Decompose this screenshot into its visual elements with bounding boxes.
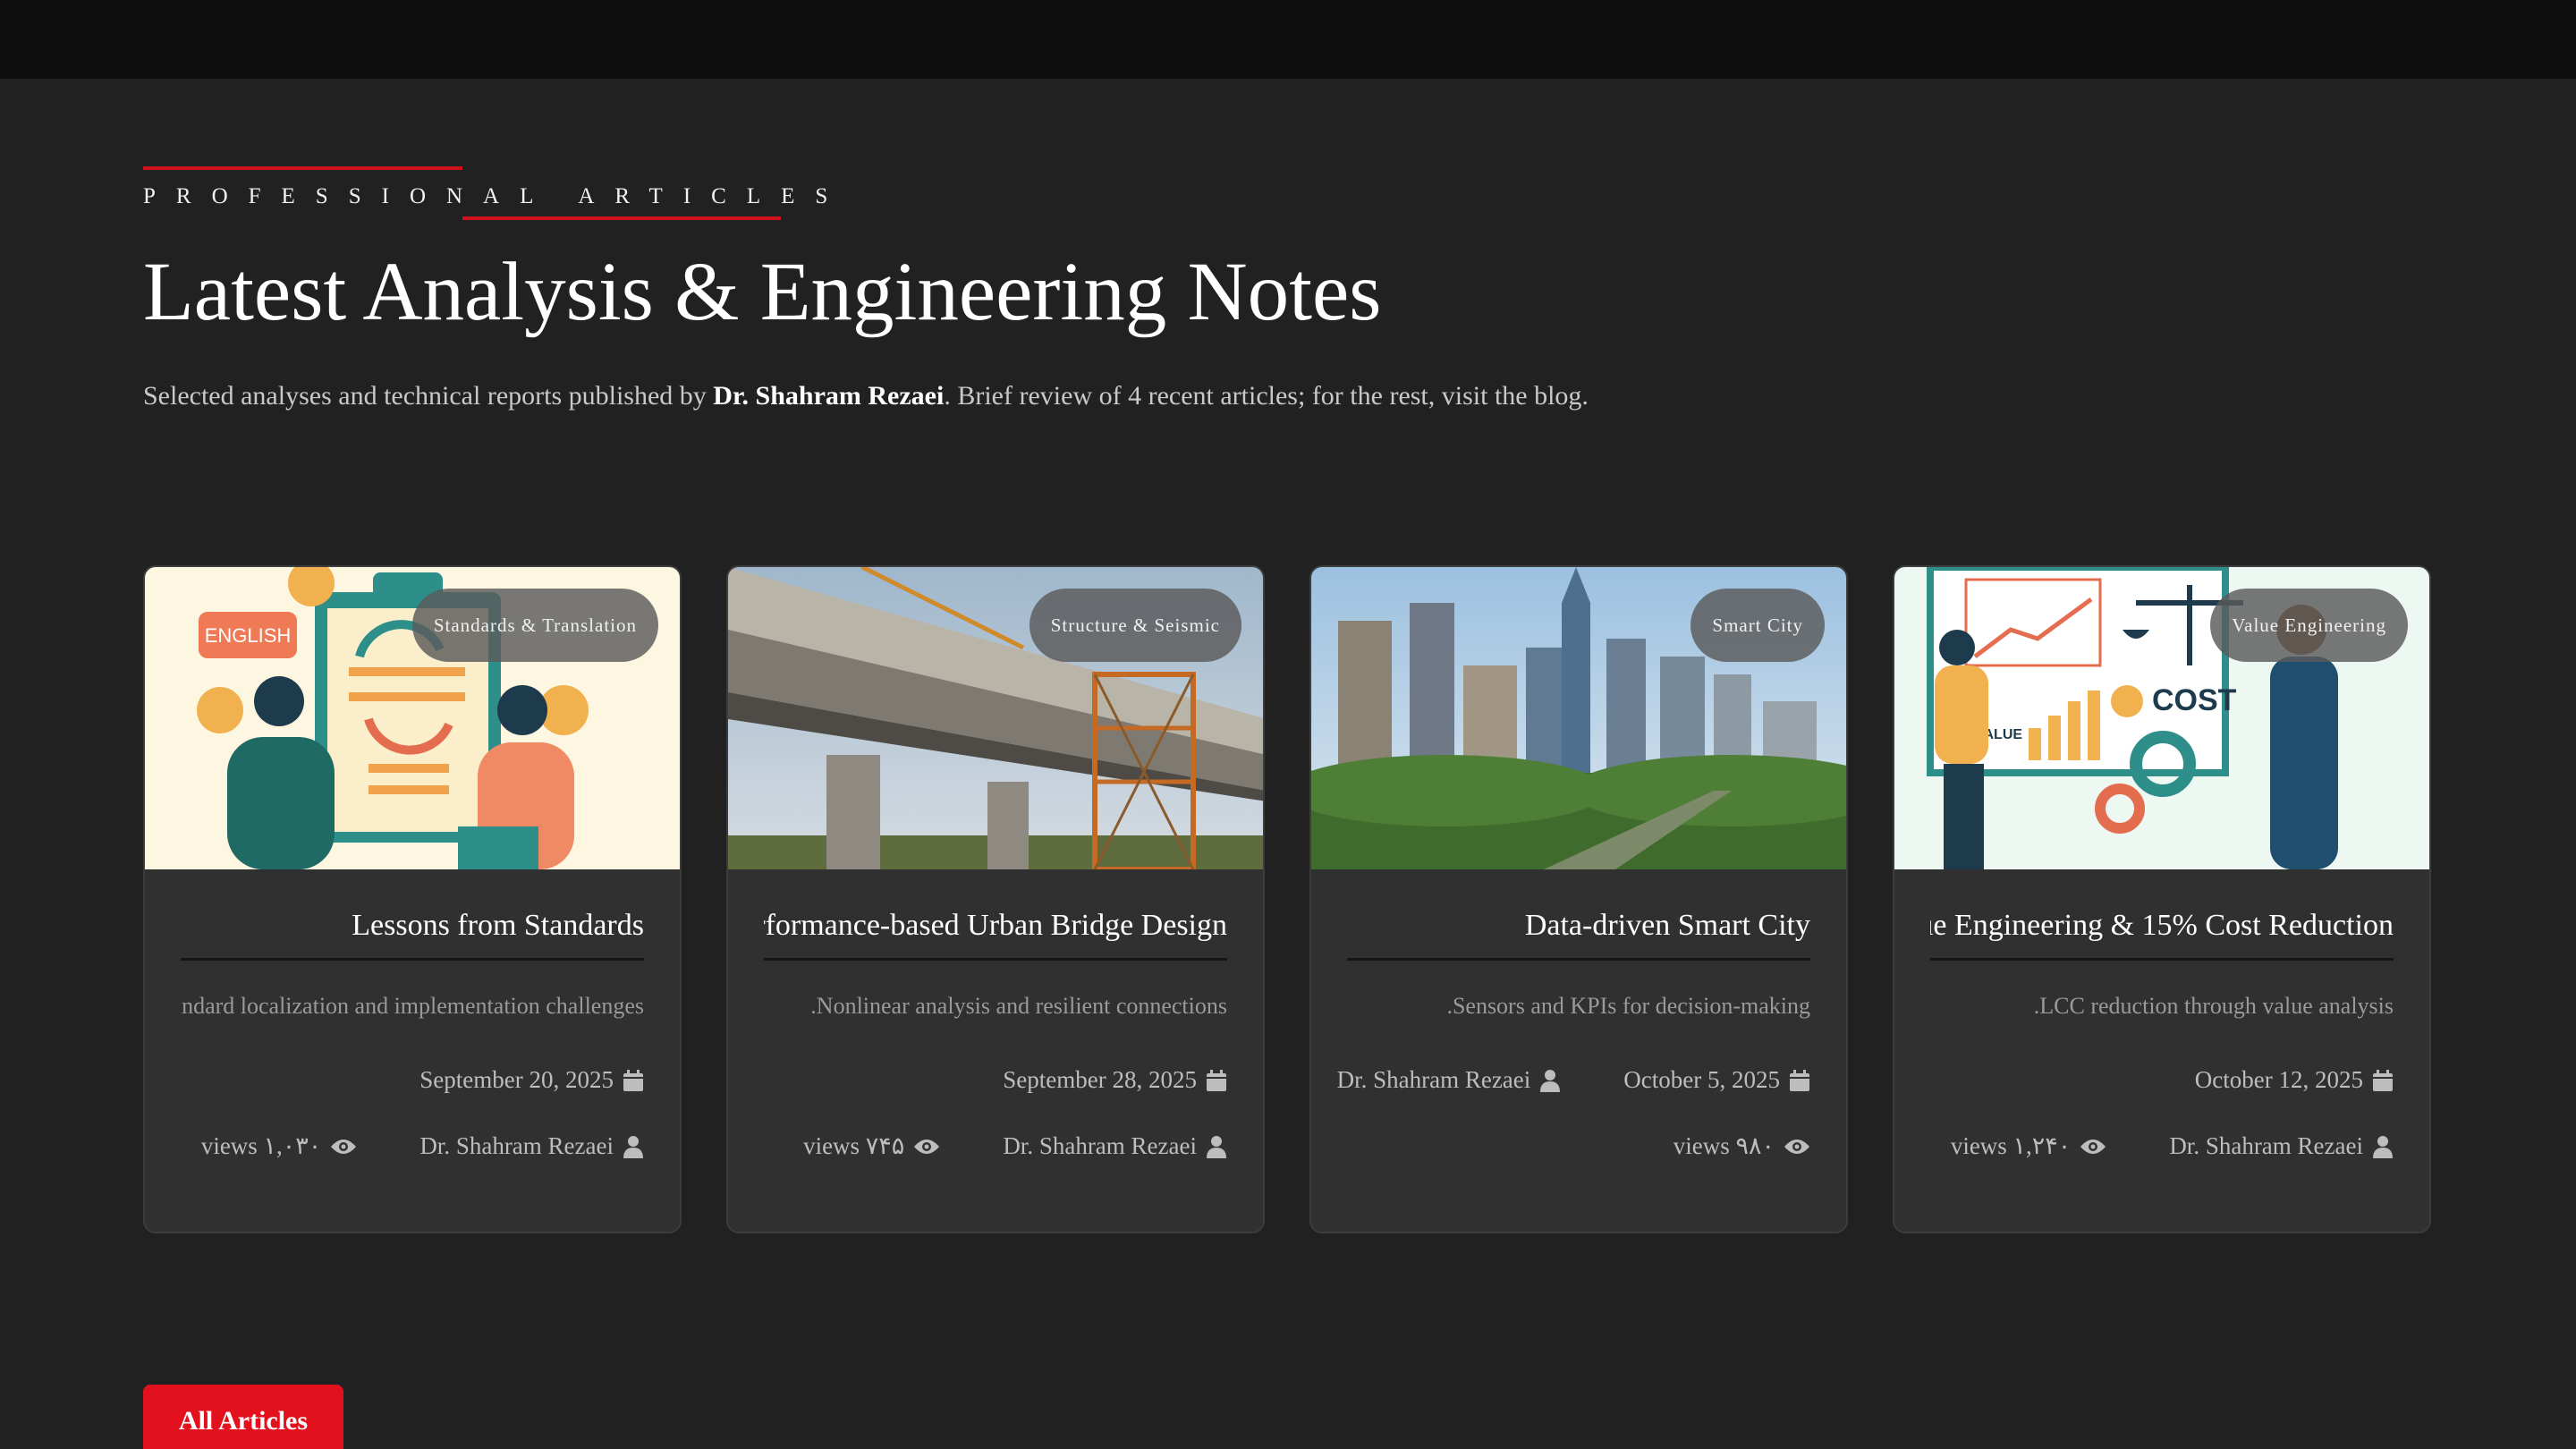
- eye-icon: [2080, 1139, 2106, 1154]
- eyebrow-text: PROFESSIONAL ARTICLES: [143, 184, 849, 208]
- article-author-text: Dr. Shahram Rezaei: [2169, 1132, 2363, 1159]
- article-views: views ۱,۲۴۰: [1951, 1132, 2107, 1160]
- article-views-text: views ۹۸۰: [1673, 1132, 1775, 1159]
- articles-header: PROFESSIONAL ARTICLES Latest Analysis & …: [143, 166, 2433, 423]
- article-views-text: views ۱,۲۴۰: [1950, 1132, 2072, 1159]
- eye-icon: [1784, 1139, 1809, 1154]
- article-title[interactable]: Value Engineering & 15% Cost Reduction: [1930, 909, 2394, 961]
- article-meta-row-1: September 20, 2025: [181, 1066, 644, 1094]
- photo-city-skyline: Smart City: [1311, 567, 1846, 869]
- article-date-text: September 28, 2025: [1003, 1066, 1197, 1093]
- eye-icon: [331, 1139, 357, 1154]
- article-author[interactable]: Dr. Shahram Rezaei: [1337, 1066, 1562, 1094]
- article-description: Sensors and KPIs for decision-making.: [1446, 993, 1810, 1019]
- all-articles-button[interactable]: All Articles: [143, 1385, 343, 1449]
- article-meta-row-2: views ۱,۰۳۰ Dr. Shahram Rezaei: [181, 1132, 644, 1160]
- article-views: views ۱,۰۳۰: [201, 1132, 358, 1160]
- article-date-text: September 20, 2025: [419, 1066, 614, 1093]
- top-navbar: [0, 0, 2576, 79]
- article-tag[interactable]: Smart City: [1690, 589, 1825, 662]
- calendar-icon: [1207, 1069, 1226, 1091]
- article-author[interactable]: Dr. Shahram Rezaei: [419, 1132, 644, 1160]
- article-tag[interactable]: Structure & Seismic: [1029, 589, 1241, 662]
- article-date: October 12, 2025: [2195, 1066, 2394, 1094]
- calendar-icon: [2373, 1069, 2393, 1091]
- article-meta-row-1: September 28, 2025: [764, 1066, 1227, 1094]
- lead-author: Dr. Shahram Rezaei: [713, 381, 945, 411]
- section-lead: Selected analyses and technical reports …: [143, 369, 1646, 423]
- article-tag[interactable]: Standards & Translation: [411, 589, 658, 662]
- article-author-text: Dr. Shahram Rezaei: [1336, 1066, 1531, 1093]
- article-author[interactable]: Dr. Shahram Rezaei: [2169, 1132, 2394, 1160]
- article-title[interactable]: Data-driven Smart City: [1347, 909, 1810, 961]
- article-views-text: views ۱,۰۳۰: [200, 1132, 322, 1159]
- article-card-standards[interactable]: ENGLISH Standards & Translation Lessons …: [143, 565, 682, 1233]
- article-card-bridge[interactable]: Structure & Seismic Performance-based Ur…: [726, 565, 1265, 1233]
- article-meta-row-2: views ۹۸۰: [1347, 1132, 1810, 1160]
- article-description: Nonlinear analysis and resilient connect…: [810, 993, 1227, 1019]
- illustration-standards: ENGLISH Standards & Translation: [145, 567, 680, 869]
- lead-text-before: Selected analyses and technical reports …: [143, 381, 714, 411]
- user-icon: [1540, 1069, 1561, 1092]
- english-bubble-text: ENGLISH: [205, 624, 292, 647]
- article-description: LCC reduction through value analysis.: [2033, 993, 2394, 1019]
- article-views: views ۹۸۰: [1674, 1132, 1810, 1160]
- illustration-value-engineering: VALUE COST Value Engineering: [1894, 567, 2429, 869]
- eyebrow-line-top: [143, 166, 462, 170]
- article-views-text: views ۷۴۵: [803, 1132, 905, 1159]
- calendar-icon: [1790, 1069, 1809, 1091]
- section-eyebrow: PROFESSIONAL ARTICLES: [143, 166, 848, 220]
- article-author-text: Dr. Shahram Rezaei: [419, 1132, 614, 1159]
- article-date-text: October 12, 2025: [2194, 1066, 2363, 1093]
- photo-bridge-construction: Structure & Seismic: [728, 567, 1263, 869]
- article-meta-row-1: Dr. Shahram Rezaei October 5, 2025: [1337, 1066, 1810, 1094]
- eye-icon: [914, 1139, 940, 1154]
- article-meta-row-1: October 12, 2025: [1930, 1066, 2394, 1094]
- page-title: Latest Analysis & Engineering Notes: [143, 246, 1382, 338]
- user-icon: [623, 1135, 643, 1158]
- article-card-value-engineering[interactable]: VALUE COST Value Engineering Value Engin…: [1893, 565, 2431, 1233]
- article-meta-row-2: views ۱,۲۴۰ Dr. Shahram Rezaei: [1930, 1132, 2394, 1160]
- cost-label-text: COST: [2152, 683, 2237, 717]
- article-title[interactable]: Performance-based Urban Bridge Design: [764, 909, 1227, 961]
- lead-text-after: . Brief review of 4 recent articles; for…: [944, 381, 1589, 411]
- article-views: views ۷۴۵: [803, 1132, 940, 1160]
- user-icon: [2373, 1135, 2393, 1158]
- article-author[interactable]: Dr. Shahram Rezaei: [1003, 1132, 1227, 1160]
- eyebrow-line-bottom: [462, 216, 781, 220]
- article-tag[interactable]: Value Engineering: [2210, 589, 2408, 662]
- article-description: Standard localization and implementation…: [181, 993, 644, 1019]
- article-author-text: Dr. Shahram Rezaei: [1003, 1132, 1197, 1159]
- article-date: October 5, 2025: [1623, 1066, 1810, 1094]
- article-card-smart-city[interactable]: Smart City Data-driven Smart City Sensor…: [1309, 565, 1848, 1233]
- article-meta-row-2: views ۷۴۵ Dr. Shahram Rezaei: [764, 1132, 1227, 1160]
- article-title[interactable]: Lessons from Standards: [181, 909, 644, 961]
- article-date: September 20, 2025: [419, 1066, 644, 1094]
- article-date-text: October 5, 2025: [1623, 1066, 1780, 1093]
- article-date: September 28, 2025: [1003, 1066, 1227, 1094]
- calendar-icon: [623, 1069, 643, 1091]
- article-cards: ENGLISH Standards & Translation Lessons …: [143, 565, 2431, 1233]
- user-icon: [1207, 1135, 1226, 1158]
